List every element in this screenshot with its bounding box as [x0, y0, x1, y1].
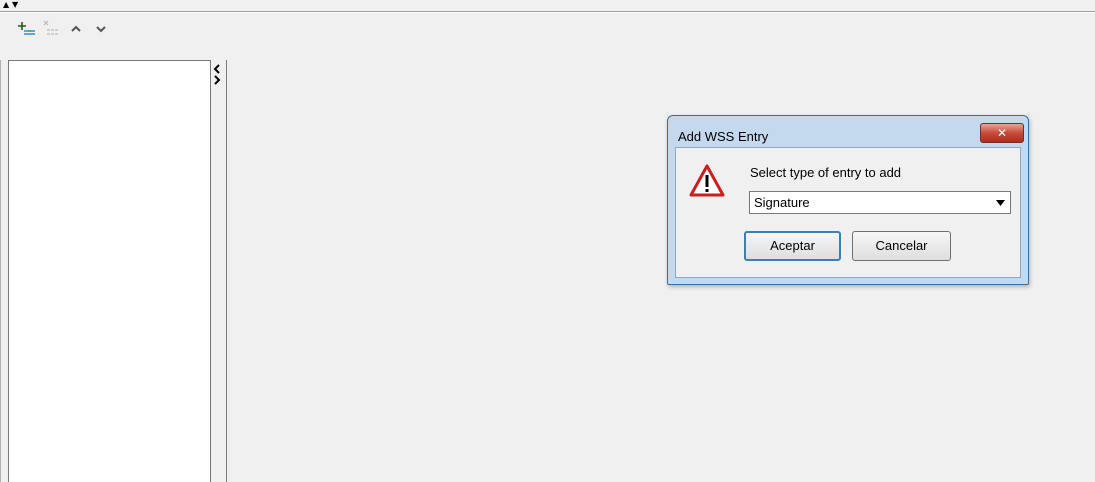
move-down-icon — [96, 26, 106, 33]
chevron-down-icon[interactable] — [996, 200, 1005, 206]
add-wss-entry-dialog: Add WSS Entry ✕ Select type of entry to … — [667, 115, 1029, 285]
entry-list-panel[interactable] — [8, 60, 211, 482]
move-down-button[interactable] — [92, 19, 110, 37]
add-entry-icon — [18, 22, 35, 35]
add-entry-button[interactable] — [18, 19, 36, 37]
cancel-button[interactable]: Cancelar — [852, 231, 951, 261]
panel-edge — [0, 60, 1, 482]
dialog-title: Add WSS Entry — [678, 129, 769, 144]
collapse-up-icon[interactable]: ▲ — [3, 0, 9, 10]
entry-type-select[interactable]: Signature — [749, 191, 1011, 214]
move-up-icon — [71, 25, 81, 32]
remove-entry-icon — [43, 20, 59, 35]
move-up-button[interactable] — [67, 19, 85, 37]
collapse-down-icon[interactable]: ▼ — [12, 0, 18, 10]
ok-button[interactable]: Aceptar — [744, 231, 841, 261]
entry-type-select-value: Signature — [754, 195, 810, 210]
toolbar — [0, 13, 1095, 43]
close-button[interactable]: ✕ — [980, 123, 1024, 143]
remove-entry-button[interactable] — [42, 19, 60, 37]
splitter-arrows-icon[interactable] — [213, 64, 221, 86]
splitter[interactable] — [211, 60, 226, 482]
dialog-body: Select type of entry to add Signature Ac… — [675, 147, 1021, 278]
close-icon: ✕ — [996, 126, 1008, 140]
dialog-message: Select type of entry to add — [750, 165, 902, 180]
collapse-strip: ▲ ▼ — [0, 0, 1095, 11]
warning-icon — [689, 164, 725, 197]
